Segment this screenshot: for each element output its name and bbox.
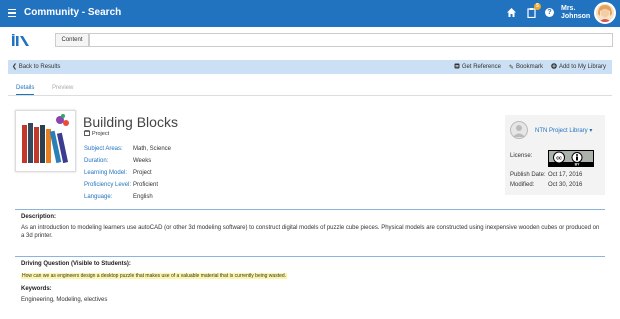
tab-details[interactable]: Details (16, 85, 35, 95)
publish-date-value: Oct 17, 2016 (548, 172, 583, 178)
project-icon (84, 130, 90, 138)
resource-thumbnail (15, 110, 76, 172)
library-panel: NTN Project Library ▾ License: cc BY Pub… (505, 115, 605, 195)
bookmark-icon: ✎ (508, 64, 514, 71)
app-title: Community - Search (24, 7, 122, 18)
library-name-link[interactable]: NTN Project Library ▾ (535, 127, 592, 134)
tab-preview[interactable]: Preview (52, 85, 73, 91)
clipboard-icon[interactable]: 5 (525, 3, 541, 19)
top-icons: 5 ? (505, 3, 557, 19)
top-app-bar: Community - Search 5 ? Mrs. Johnson (0, 0, 620, 27)
section-divider (15, 256, 605, 257)
detail-tabs: Details Preview (8, 84, 612, 96)
resource-type: Project (84, 130, 109, 138)
home-icon[interactable] (505, 7, 517, 19)
library-avatar (510, 121, 528, 139)
user-name[interactable]: Mrs. Johnson (561, 5, 590, 21)
keywords-text: Engineering, Modeling, electives (21, 297, 108, 303)
reference-icon (454, 63, 460, 71)
avatar[interactable] (594, 2, 616, 24)
resource-title: Building Blocks (83, 114, 178, 130)
caret-down-icon: ▾ (589, 128, 593, 134)
by-text: BY (575, 163, 581, 167)
driving-question-text: How can we as engineers design a desktop… (21, 273, 288, 279)
search-scope-label[interactable]: Content (55, 33, 89, 47)
get-reference-button[interactable]: Get Reference (454, 63, 501, 71)
description-heading: Description: (21, 214, 57, 220)
cc-by-license-badge[interactable]: cc BY (548, 150, 594, 167)
cc-logo-text: cc (556, 156, 562, 162)
resource-actions: Get Reference ✎ Bookmark Add to My Libra… (454, 63, 606, 71)
action-bar: ❮ Back to Results Get Reference ✎ Bookma… (8, 60, 612, 74)
modified-date-value: Oct 30, 2016 (548, 182, 583, 188)
help-icon[interactable]: ? (545, 7, 557, 19)
description-text: As an introduction to modeling learners … (21, 225, 600, 239)
bookmark-button[interactable]: ✎ Bookmark (509, 63, 543, 71)
driving-question-heading: Driving Question (Visible to Students): (21, 261, 131, 267)
app-logo-icon[interactable] (11, 34, 31, 47)
license-label: License: (510, 153, 533, 159)
plus-circle-icon (551, 63, 557, 71)
keywords-heading: Keywords: (21, 286, 52, 292)
chevron-left-icon: ❮ (12, 64, 19, 70)
search-input[interactable] (89, 33, 613, 47)
section-divider (15, 209, 605, 210)
hamburger-icon[interactable] (8, 9, 16, 18)
notification-badge: 5 (534, 3, 541, 10)
add-to-library-button[interactable]: Add to My Library (551, 63, 606, 71)
publish-date-label: Publish Date: (510, 172, 546, 178)
modified-date-label: Modified: (510, 182, 535, 188)
back-to-results-link[interactable]: ❮ Back to Results (12, 63, 60, 70)
